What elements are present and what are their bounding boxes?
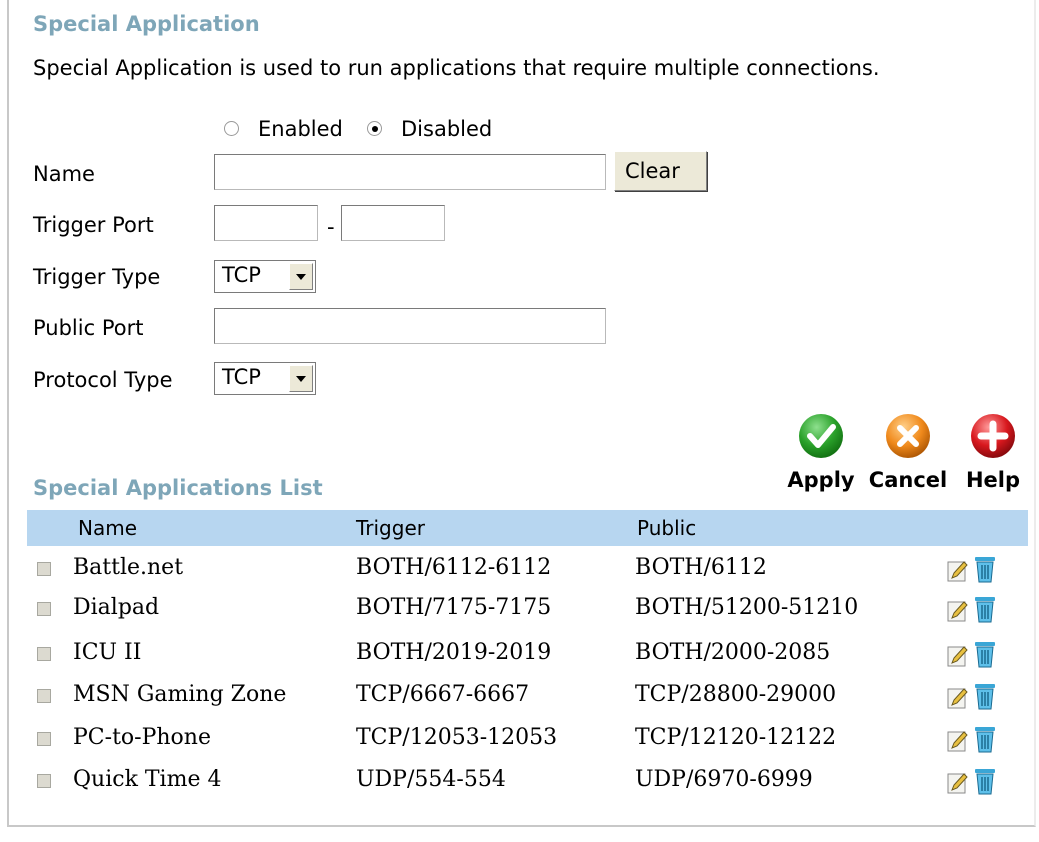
list-title: Special Applications List — [33, 476, 323, 500]
trash-icon[interactable] — [973, 555, 997, 583]
row-trigger: TCP/6667-6667 — [356, 682, 530, 707]
table-row: PC-to-Phone TCP/12053-12053 TCP/12120-12… — [27, 719, 1028, 759]
trigger-port-label: Trigger Port — [33, 213, 154, 237]
table-row: Battle.net BOTH/6112-6112 BOTH/6112 — [27, 549, 1028, 589]
row-name: Quick Time 4 — [73, 767, 222, 792]
row-checkbox[interactable] — [37, 689, 51, 703]
protocol-type-value: TCP — [222, 365, 261, 389]
column-header-trigger: Trigger — [356, 516, 425, 540]
trash-icon[interactable] — [973, 725, 997, 753]
row-trigger: UDP/554-554 — [356, 767, 506, 792]
row-trigger: BOTH/6112-6112 — [356, 555, 552, 580]
page-title: Special Application — [33, 12, 260, 36]
trash-icon[interactable] — [973, 682, 997, 710]
row-checkbox[interactable] — [37, 602, 51, 616]
public-port-input[interactable] — [214, 308, 606, 344]
row-trigger: BOTH/2019-2019 — [356, 640, 552, 665]
table-header: Name Trigger Public — [27, 510, 1028, 546]
clear-button[interactable]: Clear — [614, 151, 707, 191]
trigger-type-select[interactable]: TCP — [214, 260, 316, 293]
row-name: MSN Gaming Zone — [73, 682, 287, 707]
cancel-button[interactable]: Cancel — [858, 412, 958, 492]
x-icon — [886, 414, 930, 458]
trigger-port-start-input[interactable] — [214, 205, 318, 241]
enabled-radio[interactable] — [224, 121, 239, 136]
table-row: ICU II BOTH/2019-2019 BOTH/2000-2085 — [27, 634, 1028, 674]
plus-icon — [971, 414, 1015, 458]
trash-icon[interactable] — [973, 595, 997, 623]
help-label: Help — [965, 468, 1021, 492]
row-name: Battle.net — [73, 555, 184, 580]
table-row: MSN Gaming Zone TCP/6667-6667 TCP/28800-… — [27, 676, 1028, 716]
table-row: Dialpad BOTH/7175-7175 BOTH/51200-51210 — [27, 589, 1028, 629]
edit-icon[interactable] — [947, 771, 969, 795]
name-input[interactable] — [214, 154, 606, 190]
enabled-label: Enabled — [258, 117, 343, 141]
row-public: BOTH/51200-51210 — [635, 595, 859, 620]
name-label: Name — [33, 162, 95, 186]
trash-icon[interactable] — [973, 767, 997, 795]
disabled-label: Disabled — [401, 117, 493, 141]
trigger-type-value: TCP — [222, 263, 261, 287]
page-description: Special Application is used to run appli… — [33, 56, 880, 80]
help-button[interactable]: Help — [958, 412, 1028, 492]
row-checkbox[interactable] — [37, 562, 51, 576]
column-header-public: Public — [637, 516, 697, 540]
edit-icon[interactable] — [947, 729, 969, 753]
trigger-type-label: Trigger Type — [33, 265, 161, 289]
row-public: BOTH/6112 — [635, 555, 767, 580]
public-port-label: Public Port — [33, 316, 144, 340]
edit-icon[interactable] — [947, 559, 969, 583]
row-public: TCP/12120-12122 — [635, 725, 837, 750]
check-icon — [799, 414, 843, 458]
row-public: UDP/6970-6999 — [635, 767, 813, 792]
edit-icon[interactable] — [947, 599, 969, 623]
cancel-label: Cancel — [868, 468, 948, 492]
chevron-down-icon[interactable] — [289, 365, 313, 392]
row-trigger: TCP/12053-12053 — [356, 725, 558, 750]
row-checkbox[interactable] — [37, 732, 51, 746]
column-header-name: Name — [78, 516, 138, 540]
protocol-type-select[interactable]: TCP — [214, 362, 316, 395]
row-checkbox[interactable] — [37, 774, 51, 788]
row-name: ICU II — [73, 640, 142, 665]
edit-icon[interactable] — [947, 686, 969, 710]
table-row: Quick Time 4 UDP/554-554 UDP/6970-6999 — [27, 761, 1028, 801]
disabled-radio[interactable] — [367, 121, 382, 136]
row-public: BOTH/2000-2085 — [635, 640, 831, 665]
chevron-down-icon[interactable] — [289, 263, 313, 290]
trigger-port-separator: - — [327, 215, 335, 239]
row-public: TCP/28800-29000 — [635, 682, 837, 707]
trash-icon[interactable] — [973, 640, 997, 668]
row-checkbox[interactable] — [37, 647, 51, 661]
row-trigger: BOTH/7175-7175 — [356, 595, 552, 620]
row-name: Dialpad — [73, 595, 160, 620]
trigger-port-end-input[interactable] — [341, 205, 445, 241]
edit-icon[interactable] — [947, 644, 969, 668]
row-name: PC-to-Phone — [73, 725, 211, 750]
protocol-type-label: Protocol Type — [33, 368, 173, 392]
